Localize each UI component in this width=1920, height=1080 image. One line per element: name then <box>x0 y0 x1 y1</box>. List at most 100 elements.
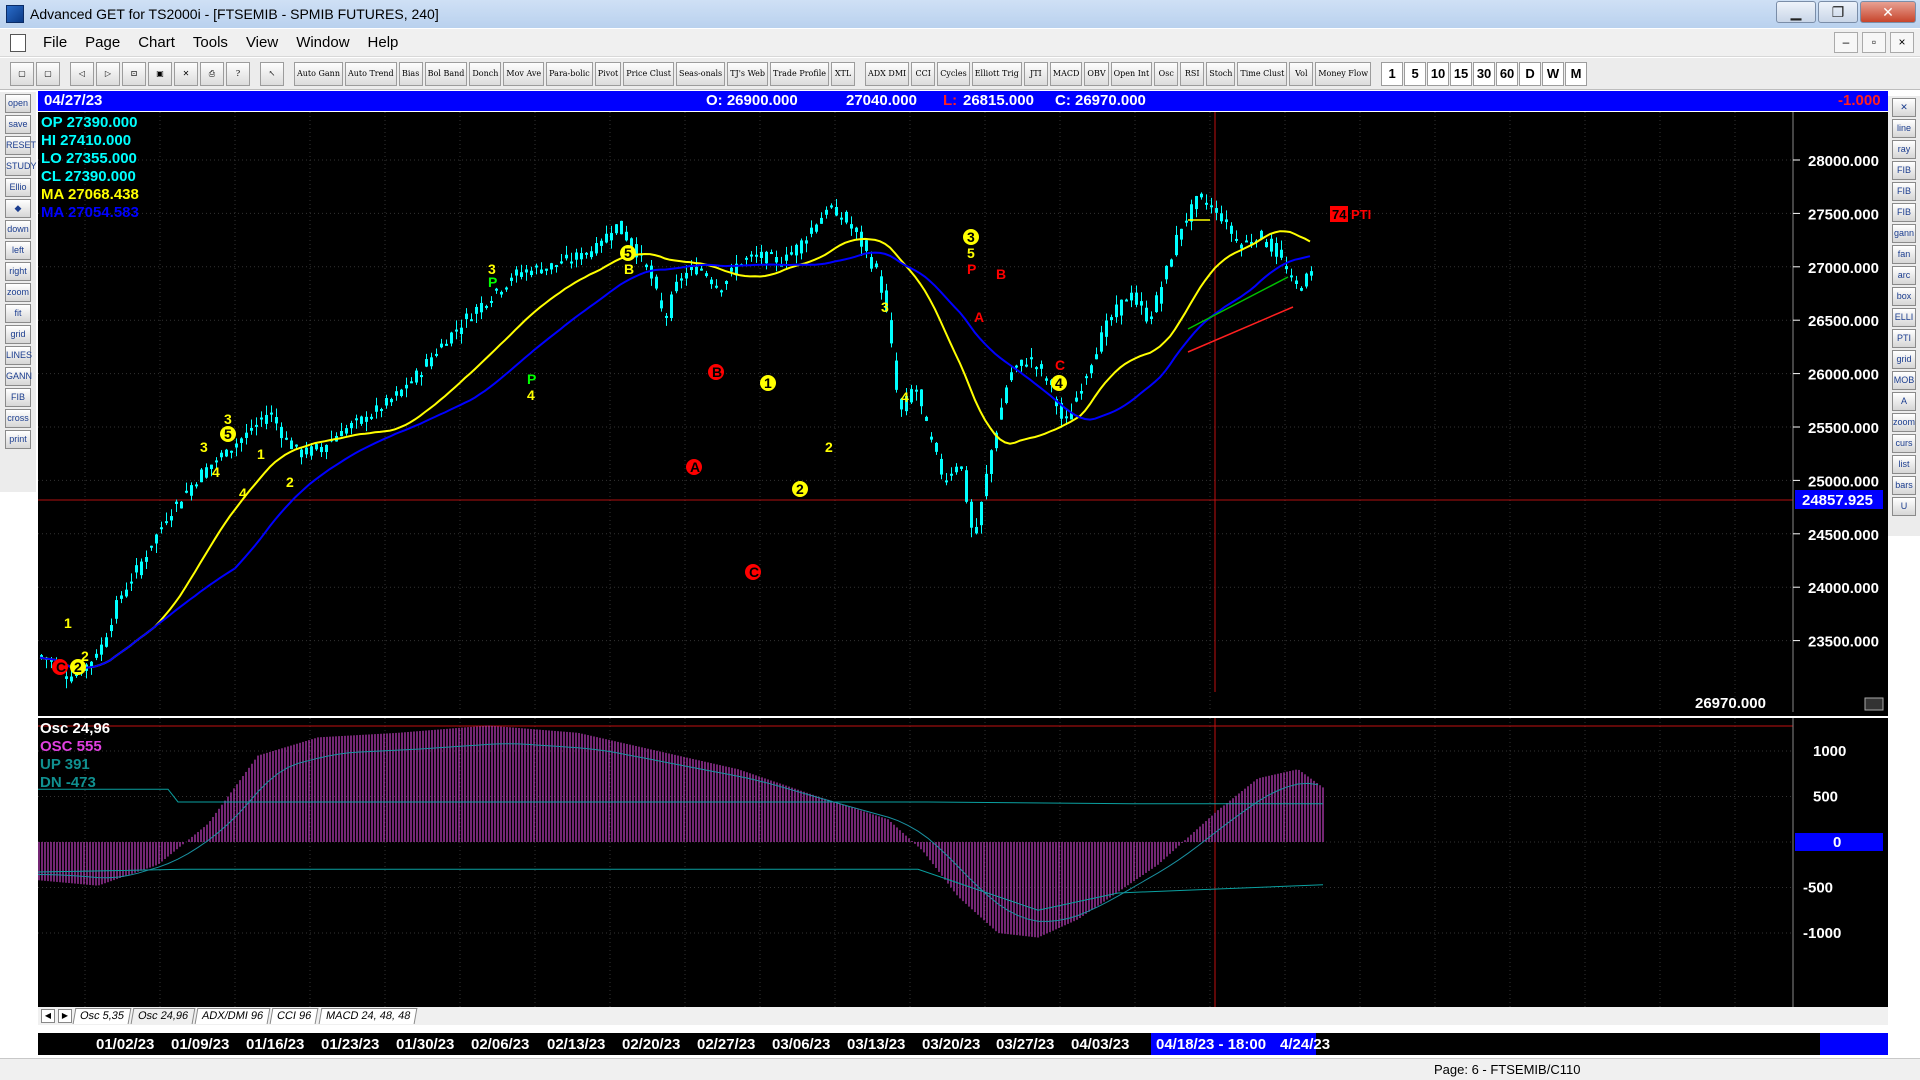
left-tool-up-icon[interactable]: ◆ <box>5 199 31 218</box>
study-time-clust-button[interactable]: Time Clust <box>1237 61 1288 86</box>
mdi-restore-button[interactable]: ▫ <box>1862 32 1886 53</box>
study-bias-button[interactable]: Bias <box>398 61 423 86</box>
left-tool-fit-icon[interactable]: fit <box>5 304 31 323</box>
tab-indicator-1[interactable]: Osc 24,96 <box>130 1008 196 1024</box>
left-tool-fib-icon[interactable]: FIB <box>5 388 31 407</box>
tab-scroll-right-icon[interactable]: ▶ <box>58 1009 72 1023</box>
left-tool-open-icon[interactable]: open <box>5 94 31 113</box>
study-rsi-button[interactable]: RSI <box>1180 61 1205 86</box>
help-icon[interactable]: ? <box>226 61 250 86</box>
redo-icon[interactable]: ▷ <box>96 61 120 86</box>
right-tool-2-icon[interactable]: ray <box>1892 140 1916 159</box>
period-m-button[interactable]: M <box>1565 61 1588 86</box>
right-tool-10-icon[interactable]: ELLI <box>1892 308 1916 327</box>
study-trade-profile-button[interactable]: Trade Profile <box>770 61 829 86</box>
right-tool-13-icon[interactable]: MOB <box>1892 371 1916 390</box>
minimize-button[interactable]: ▁ <box>1776 1 1816 23</box>
study-cycles-button[interactable]: Cycles <box>937 61 970 86</box>
mdi-close-button[interactable]: × <box>1890 32 1914 53</box>
right-tool-5-icon[interactable]: FIB <box>1892 203 1916 222</box>
study-obv-button[interactable]: OBV <box>1084 61 1109 86</box>
left-tool-gann-icon[interactable]: GANN <box>5 367 32 386</box>
menu-chart[interactable]: Chart <box>129 34 184 51</box>
right-tool-4-icon[interactable]: FIB <box>1892 182 1916 201</box>
oscillator-pane[interactable]: Osc 24,96 OSC 555 UP 391 DN -473 1000 500… <box>37 718 1888 1008</box>
period-15-button[interactable]: 15 <box>1450 61 1473 86</box>
menu-help[interactable]: Help <box>359 34 408 51</box>
study-seas-onals-button[interactable]: Seas-onals <box>675 61 726 86</box>
menu-file[interactable]: File <box>34 34 76 51</box>
left-tool-study-icon[interactable]: STUDY <box>5 157 37 176</box>
left-tool-grid-icon[interactable]: grid <box>5 325 31 344</box>
resize-grip-icon[interactable] <box>1864 697 1884 711</box>
study-donch-button[interactable]: Donch <box>469 61 502 86</box>
study-mov-ave-button[interactable]: Mov Ave <box>503 61 545 86</box>
tab-indicator-4[interactable]: MACD 24, 48, 48 <box>318 1008 418 1024</box>
left-tool-cross-icon[interactable]: cross <box>5 409 31 428</box>
study-xtl-button[interactable]: XTL <box>830 61 855 86</box>
menu-window[interactable]: Window <box>287 34 358 51</box>
study-open-int-button[interactable]: Open Int <box>1110 61 1153 86</box>
period-10-button[interactable]: 10 <box>1427 61 1450 86</box>
file-open-icon[interactable]: ▢ <box>36 61 60 86</box>
tab-indicator-2[interactable]: ADX/DMI 96 <box>194 1008 271 1024</box>
menu-view[interactable]: View <box>237 34 287 51</box>
file-new-icon[interactable]: ▢ <box>10 61 34 86</box>
period-d-button[interactable]: D <box>1519 61 1542 86</box>
left-tool-reset-icon[interactable]: RESET <box>5 136 36 155</box>
oscillator-svg[interactable]: Osc 24,96 OSC 555 UP 391 DN -473 1000 500… <box>37 718 1888 1008</box>
study-money-flow-button[interactable]: Money Flow <box>1315 61 1372 86</box>
right-tool-18-icon[interactable]: bars <box>1892 476 1916 495</box>
right-tool-11-icon[interactable]: PTI <box>1892 329 1916 348</box>
study-bol-band-button[interactable]: Bol Band <box>424 61 468 86</box>
study-macd-button[interactable]: MACD <box>1049 61 1083 86</box>
left-tool-save-icon[interactable]: save <box>5 115 31 134</box>
left-tool-down-icon[interactable]: down <box>5 220 31 239</box>
study-osc-button[interactable]: Osc <box>1154 61 1179 86</box>
right-tool-3-icon[interactable]: FIB <box>1892 161 1916 180</box>
right-tool-1-icon[interactable]: line <box>1892 119 1916 138</box>
period-w-button[interactable]: W <box>1542 61 1565 86</box>
right-tool-12-icon[interactable]: grid <box>1892 350 1916 369</box>
study-elliott-trig-button[interactable]: Elliott Trig <box>971 61 1022 86</box>
left-tool-left-icon[interactable]: left <box>5 241 31 260</box>
study-auto-trend-button[interactable]: Auto Trend <box>344 61 397 86</box>
study-auto-gann-button[interactable]: Auto Gann <box>294 61 343 86</box>
left-tool-right-icon[interactable]: right <box>5 262 31 281</box>
price-chart-pane[interactable]: C21234531243PP45BABC1223435PABC4 OP 2739… <box>38 112 1888 716</box>
left-tool-print-icon[interactable]: print <box>5 430 31 449</box>
mdi-minimize-button[interactable]: – <box>1834 32 1858 53</box>
study-stoch-button[interactable]: Stoch <box>1206 61 1236 86</box>
right-tool-14-icon[interactable]: A <box>1892 392 1916 411</box>
right-tool-9-icon[interactable]: box <box>1892 287 1916 306</box>
right-tool-19-icon[interactable]: U <box>1892 497 1916 516</box>
menu-page[interactable]: Page <box>76 34 129 51</box>
study-jti-button[interactable]: JTI <box>1023 61 1048 86</box>
study-cci-button[interactable]: CCI <box>911 61 936 86</box>
undo-icon[interactable]: ◁ <box>70 61 94 86</box>
close-button[interactable]: ✕ <box>1860 1 1916 23</box>
print-icon[interactable]: ⎙ <box>200 61 224 86</box>
right-tool-6-icon[interactable]: gann <box>1892 224 1916 243</box>
study-para-bolic-button[interactable]: Para-bolic <box>546 61 593 86</box>
select-icon[interactable]: ▣ <box>148 61 172 86</box>
study-price-clust-button[interactable]: Price Clust <box>623 61 674 86</box>
period-60-button[interactable]: 60 <box>1496 61 1519 86</box>
crop-icon[interactable]: ⊡ <box>122 61 146 86</box>
study-vol-button[interactable]: Vol <box>1289 61 1314 86</box>
right-tool-15-icon[interactable]: zoom <box>1892 413 1916 432</box>
study-pivot-button[interactable]: Pivot <box>594 61 622 86</box>
maximize-button[interactable]: ❐ <box>1818 1 1858 23</box>
study-adx-dmi-button[interactable]: ADX DMI <box>864 61 910 86</box>
period-5-button[interactable]: 5 <box>1404 61 1427 86</box>
left-tool-lines-icon[interactable]: LINES <box>5 346 32 365</box>
price-chart-svg[interactable]: C 21234531243PP45BABC1223435PABC4 OP 2739… <box>38 112 1888 716</box>
delete-icon[interactable]: ✕ <box>174 61 198 86</box>
right-tool-17-icon[interactable]: list <box>1892 455 1916 474</box>
menu-tools[interactable]: Tools <box>184 34 237 51</box>
left-tool-elliott-icon[interactable]: Ellio <box>5 178 31 197</box>
right-tool-0-icon[interactable]: ✕ <box>1892 98 1916 117</box>
period-30-button[interactable]: 30 <box>1473 61 1496 86</box>
period-1-button[interactable]: 1 <box>1381 61 1404 86</box>
right-tool-8-icon[interactable]: arc <box>1892 266 1916 285</box>
